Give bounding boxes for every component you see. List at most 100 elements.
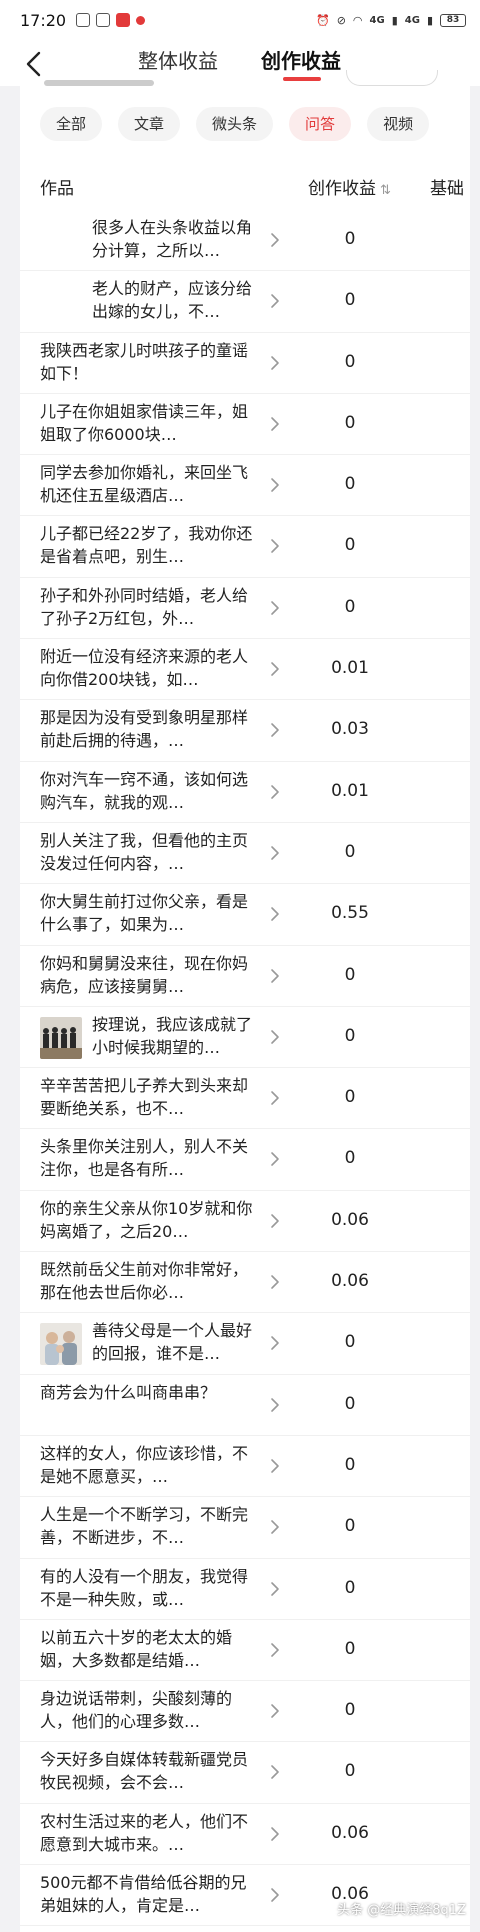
table-row[interactable]: 你对汽车一窍不通，该如何选购汽车，就我的观… 0.01 [20,762,470,823]
table-row[interactable]: 孙子和外孙同时结婚，老人给了孙子2万红包，外… 0 [20,578,470,640]
table-row[interactable]: 善待父母是一个人最好的回报，谁不是… 0 [20,1313,470,1375]
work-title: 商芳会为什么叫商串串？ [40,1382,217,1402]
table-row[interactable]: 既然前岳父生前对你非常好，那在他去世后你必… 0.06 [20,1252,470,1314]
work-title: 儿子都已经22岁了，我劝你还是省着点吧，别生… [40,524,253,567]
chevron-right-icon[interactable] [270,784,280,800]
chevron-right-icon[interactable] [270,722,280,738]
filter-qa[interactable]: 问答 [289,107,352,141]
table-row[interactable]: 儿子都已经22岁了，我劝你还是省着点吧，别生… 0 [20,516,470,578]
earnings-value: 0 [344,1761,356,1782]
status-time: 17:20 [20,10,67,30]
earnings-value: 0 [344,1516,356,1537]
work-title: 人生是一个不断学习，不断完善，不断进步，不… [40,1505,249,1548]
table-row[interactable]: 老人的财产，应该分给出嫁的女儿，不… 0 [20,271,470,333]
table-row[interactable]: 同学去参加你婚礼，来回坐飞机还住五星级酒店… 0 [20,455,470,517]
work-title: 头条里你关注别人，别人不关注你，也是各有所… [40,1137,249,1180]
sort-icon[interactable]: ⇅ [380,183,391,198]
work-title: 你对汽车一窍不通，该如何选购汽车，就我的观… [40,769,249,812]
chevron-right-icon[interactable] [270,661,280,677]
table-row[interactable]: 今天好多自媒体转载新疆党员牧民视频，会不会… 0 [20,1742,470,1804]
notification-icons [76,13,146,27]
table-row[interactable]: 你大舅生前打过你父亲，看是什么事了，如果为… 0.55 [20,884,470,946]
filter-video[interactable]: 视频 [367,107,430,141]
mute-icon: ⊘ [336,13,346,27]
earnings-value: 0.03 [331,719,369,740]
work-thumbnail [40,220,82,262]
work-title: 农村生活过来的老人，他们不愿意到大城市来。… [40,1811,249,1854]
filter-all[interactable]: 全部 [40,107,103,141]
column-creation-earnings[interactable]: 创作收益 ⇅ [308,174,391,199]
chevron-right-icon[interactable] [270,600,280,616]
earnings-value: 0 [344,535,356,556]
table-row[interactable]: 商芳会为什么叫商串串？ 0 [20,1375,470,1436]
signal-icon: ▮ [391,13,398,27]
chevron-right-icon[interactable] [270,968,280,984]
work-title: 你妈和舅舅没来往，现在你妈病危，应该接舅舅… [40,953,249,996]
table-row[interactable]: 辛辛苦苦把儿子养大到头来却要断绝关系，也不… 0 [20,1068,470,1130]
scrolled-filter-button [346,70,438,86]
chevron-right-icon[interactable] [270,1151,280,1167]
table-row[interactable]: 按理说，我应该成就了小时候我期望的… 0 [20,1007,470,1069]
chevron-right-icon[interactable] [270,1335,280,1351]
work-title: 辛辛苦苦把儿子养大到头来却要断绝关系，也不… [40,1076,249,1119]
chevron-right-icon[interactable] [270,416,280,432]
earnings-value: 0 [344,412,356,433]
chevron-right-icon[interactable] [270,1213,280,1229]
work-title: 有的人没有一个朋友，我觉得不是一种失败，或… [40,1566,249,1609]
table-row[interactable]: 很多人在头条收益以角分计算，之所以… 0 [20,210,470,272]
table-row[interactable]: 你妈和舅舅没来往，现在你妈病危，应该接舅舅… 0 [20,946,470,1007]
table-row[interactable]: 以前五六十岁的老太太的婚姻，大多数都是结婚… 0 [20,1620,470,1682]
chevron-right-icon[interactable] [270,1642,280,1658]
back-arrow-icon[interactable] [22,50,46,78]
chevron-right-icon[interactable] [270,1029,280,1045]
chevron-right-icon[interactable] [270,1764,280,1780]
work-title: 那是因为没有受到象明星那样前赴后拥的待遇，… [40,708,249,751]
earnings-value: 0 [344,1025,356,1046]
table-row[interactable]: 你的亲生父亲从你10岁就和你妈离婚了，之后20… 0.06 [20,1191,470,1253]
table-row[interactable]: 那是因为没有受到象明星那样前赴后拥的待遇，… 0.03 [20,700,470,762]
table-row[interactable]: 儿子在你姐姐家借读三年，姐姐取了你6000块… 0 [20,394,470,456]
table-row[interactable]: 头条里你关注别人，别人不关注你，也是各有所… 0 [20,1129,470,1191]
table-row[interactable]: 附近一位没有经济来源的老人向你借200块钱，如… 0.01 [20,639,470,701]
table-row[interactable]: 有的人没有一个朋友，我觉得不是一种失败，或… 0 [20,1559,470,1620]
work-title: 这样的女人，你应该珍惜，不是她不愿意买，… [40,1443,249,1486]
earnings-value: 0 [344,1700,356,1721]
app-notification-icon [96,13,111,27]
chevron-right-icon[interactable] [270,1703,280,1719]
earnings-value: 0 [344,841,356,862]
chevron-right-icon[interactable] [270,477,280,493]
chevron-right-icon[interactable] [270,1090,280,1106]
table-row[interactable]: 人生是一个不断学习，不断完善，不断进步，不… 0 [20,1497,470,1559]
chevron-right-icon[interactable] [270,1519,280,1535]
tab-overall-earnings[interactable]: 整体收益 [138,45,218,74]
chevron-right-icon[interactable] [270,1887,280,1903]
table-header: 作品 创作收益 ⇅ 基础 [20,160,470,210]
chevron-right-icon[interactable] [270,1397,280,1413]
chevron-right-icon[interactable] [270,1826,280,1842]
active-tab-indicator [283,77,321,81]
work-title: 善待父母是一个人最好的回报，谁不是… [92,1321,253,1364]
app-notification-icon [116,13,131,27]
table-row[interactable]: 别人关注了我，但看他的主页没发过任何内容，… 0 [20,823,470,885]
chevron-right-icon[interactable] [270,293,280,309]
filter-micro-posts[interactable]: 微头条 [196,107,274,141]
app-notification-icon [76,13,91,27]
chevron-right-icon[interactable] [270,232,280,248]
watermark: 头条 @经典演绎8q1Z [337,1903,466,1918]
table-row[interactable]: 农村生活过来的老人，他们不愿意到大城市来。… 0.06 [20,1804,470,1866]
earnings-value: 0.06 [331,1822,369,1843]
table-row[interactable]: 这样的女人，你应该珍惜，不是她不愿意买，… 0 [20,1436,470,1498]
earnings-value: 0 [344,1454,356,1475]
tab-creation-earnings[interactable]: 创作收益 [261,45,341,74]
chevron-right-icon[interactable] [270,845,280,861]
chevron-right-icon[interactable] [270,1458,280,1474]
filter-articles[interactable]: 文章 [118,107,181,141]
chevron-right-icon[interactable] [270,1581,280,1597]
chevron-right-icon[interactable] [270,355,280,371]
battery-icon: 83 [440,13,466,27]
chevron-right-icon[interactable] [270,538,280,554]
table-row[interactable]: 身边说话带刺，尖酸刻薄的人，他们的心理多数… 0 [20,1681,470,1743]
table-row[interactable]: 我陕西老家儿时哄孩子的童谣如下！ 0 [20,333,470,394]
chevron-right-icon[interactable] [270,1274,280,1290]
chevron-right-icon[interactable] [270,906,280,922]
